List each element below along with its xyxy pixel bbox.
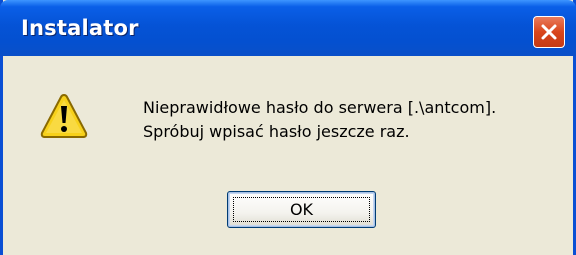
ok-button[interactable]: OK <box>227 191 376 228</box>
title-bar[interactable]: Instalator <box>0 0 576 56</box>
dialog-message: Nieprawidłowe hasło do serwera [.\antcom… <box>143 96 496 144</box>
close-button[interactable] <box>533 16 565 48</box>
close-icon <box>541 24 557 40</box>
dialog-window: Instalator Nieprawidłowe hasło do serwer… <box>0 0 576 255</box>
ok-button-label: OK <box>289 200 314 219</box>
warning-icon <box>40 93 88 138</box>
message-line-2: Spróbuj wpisać hasło jeszcze raz. <box>143 122 410 141</box>
message-line-1: Nieprawidłowe hasło do serwera [.\antcom… <box>143 98 497 117</box>
window-title: Instalator <box>21 16 139 40</box>
